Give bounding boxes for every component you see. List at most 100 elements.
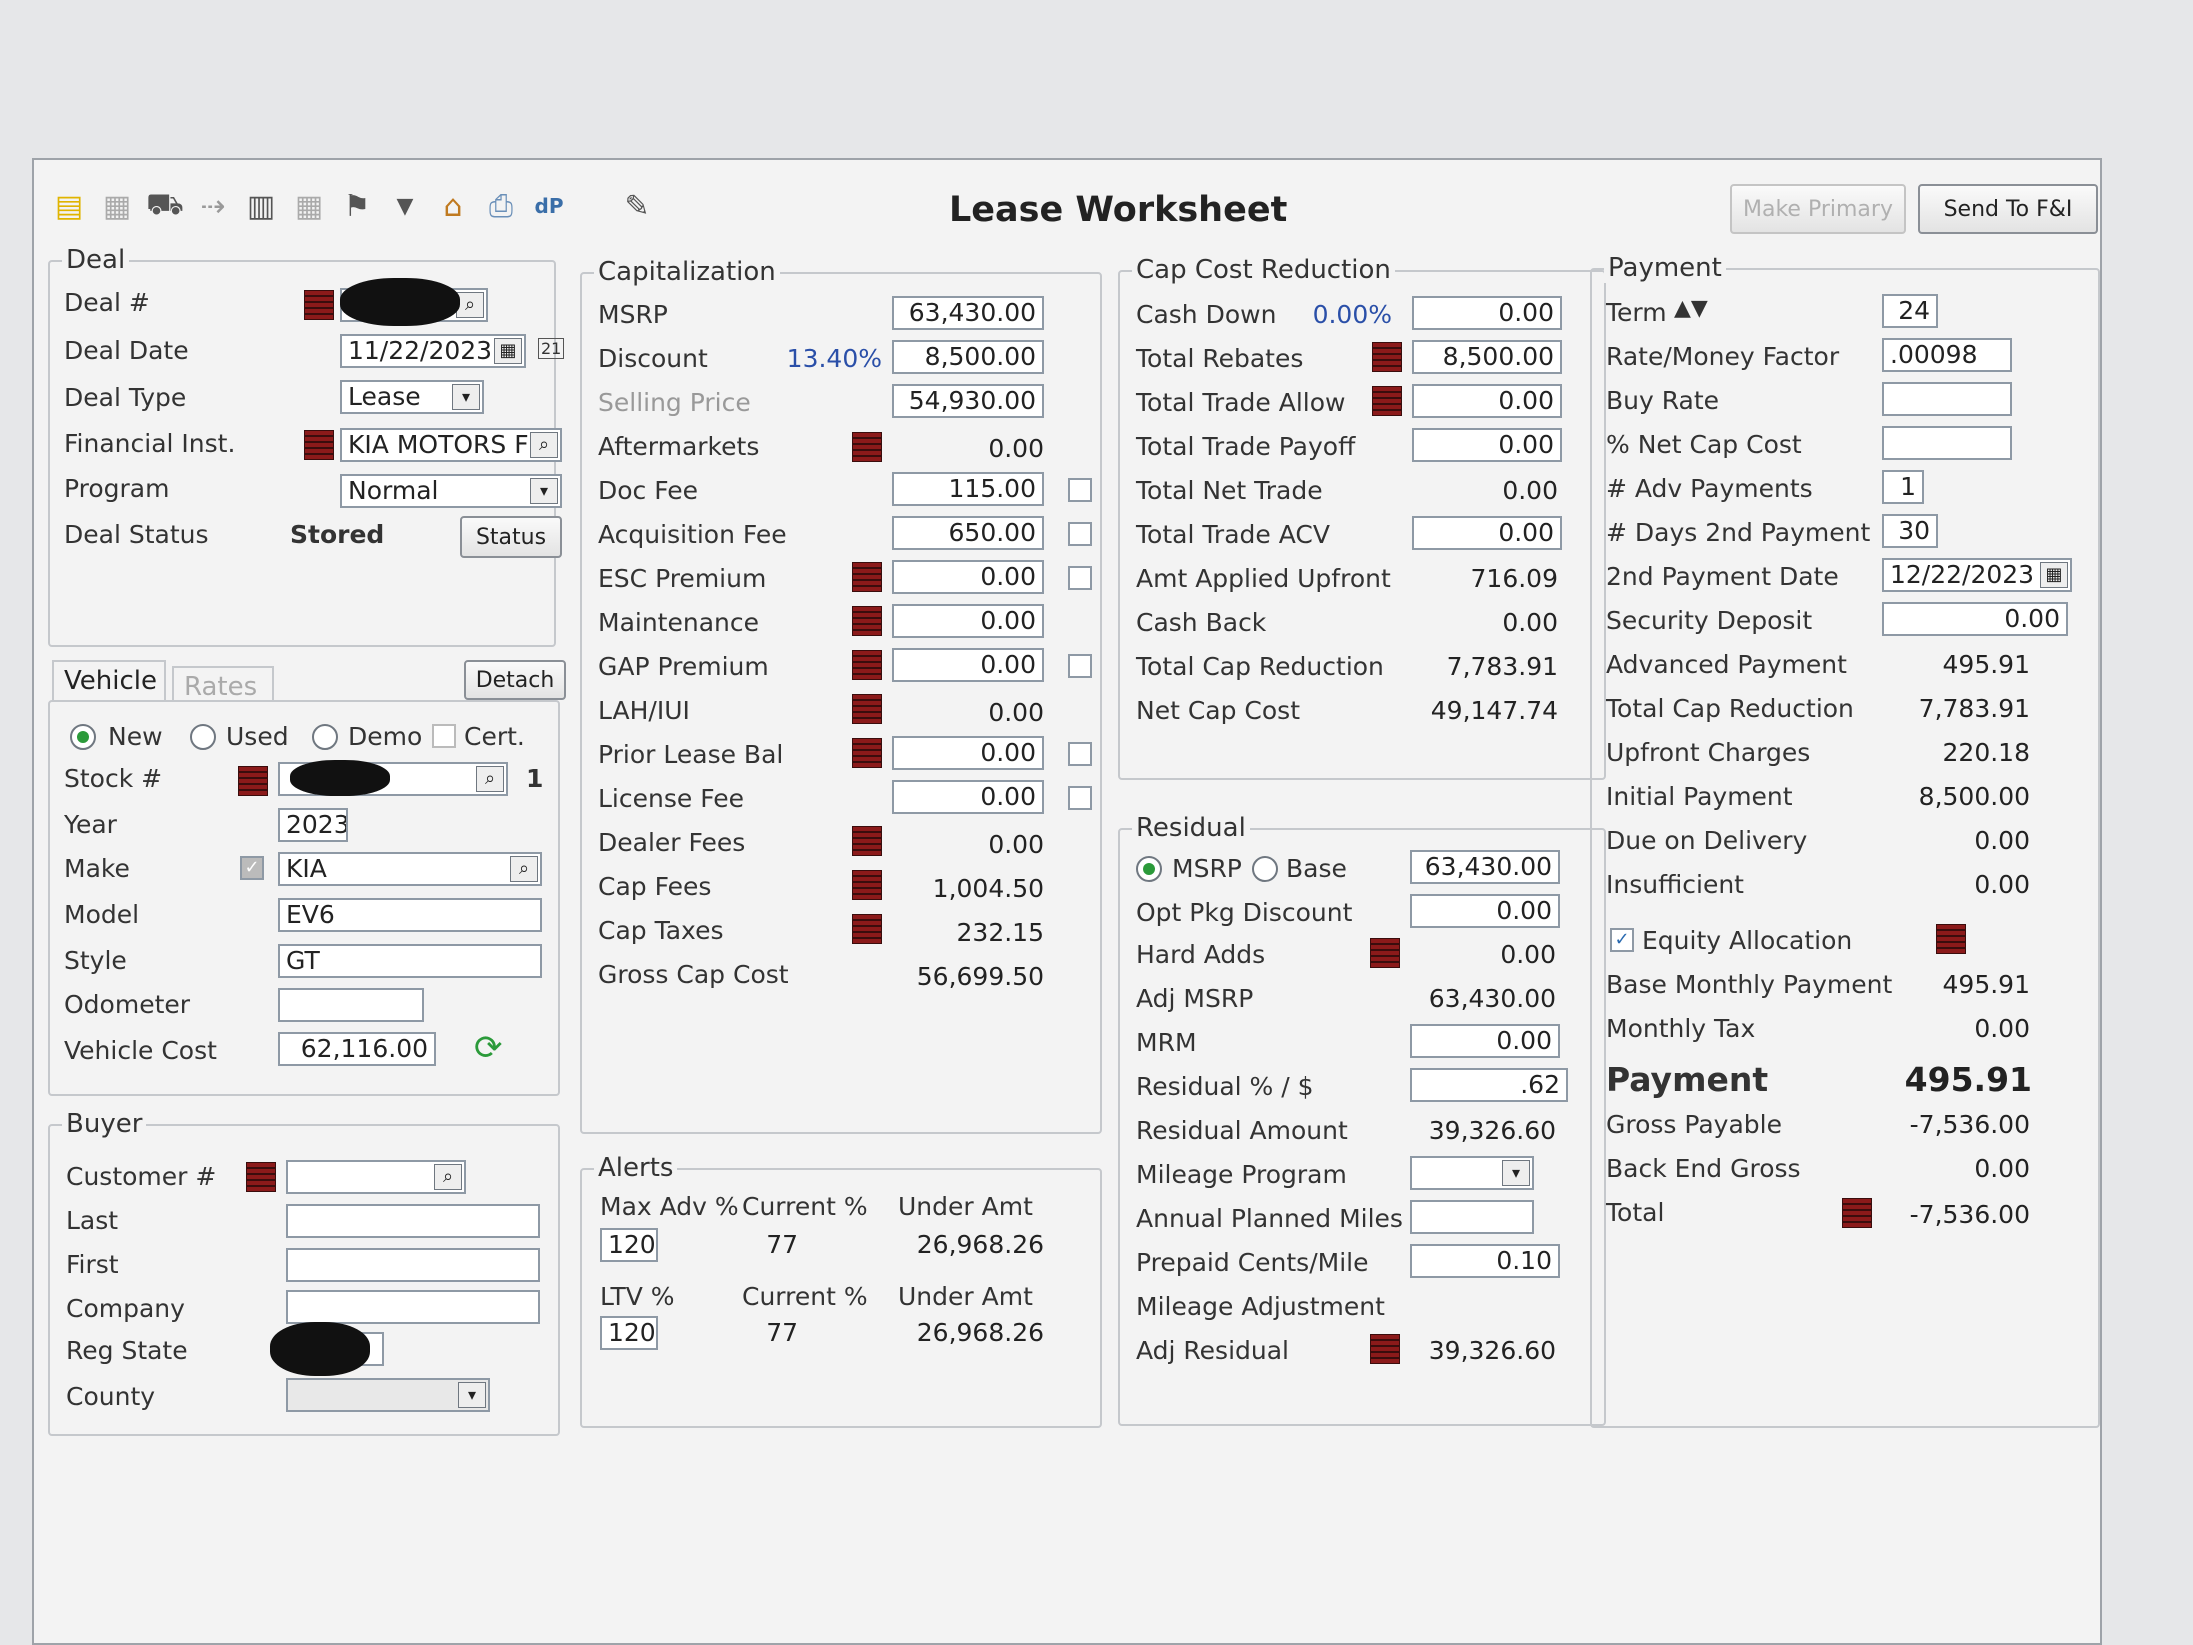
calendar-grid-icon[interactable]: ▦ <box>288 185 330 227</box>
equity-allocation-checkbox[interactable]: ✓ <box>1610 928 1634 952</box>
total-lookup-icon[interactable] <box>1842 1198 1872 1228</box>
esc-lookup-icon[interactable] <box>852 562 882 592</box>
detach-button[interactable]: Detach <box>464 660 566 700</box>
gap-checkbox[interactable] <box>1068 654 1092 678</box>
tab-vehicle[interactable]: Vehicle <box>52 660 166 702</box>
adv-payments-field[interactable]: 1 <box>1882 470 1924 504</box>
signpost-icon[interactable]: ⇢ <box>192 185 234 227</box>
vehicle-cost-field[interactable]: 62,116.00 <box>278 1032 436 1066</box>
financial-inst-field[interactable]: KIA MOTORS F ⌕ <box>340 428 562 462</box>
maintenance-lookup-icon[interactable] <box>852 606 882 636</box>
year-field[interactable]: 2023 <box>278 808 348 842</box>
esc-checkbox[interactable] <box>1068 566 1092 590</box>
cap-fees-lookup-icon[interactable] <box>852 870 882 900</box>
car-icon[interactable]: ⛟ <box>144 185 186 227</box>
gap-premium-field[interactable]: 0.00 <box>892 648 1044 682</box>
selling-price-field[interactable]: 54,930.00 <box>892 384 1044 418</box>
folder-icon[interactable]: ▤ <box>48 185 90 227</box>
search-icon[interactable]: ⌕ <box>530 432 558 458</box>
chevron-down-icon[interactable]: ▾ <box>452 384 480 410</box>
chevron-down-icon[interactable]: ▾ <box>530 478 558 504</box>
search-icon[interactable]: ⌕ <box>476 766 504 792</box>
deal-type-select[interactable]: Lease ▾ <box>340 380 484 414</box>
calendar-21-icon[interactable]: 21 <box>538 338 565 359</box>
cert-checkbox[interactable] <box>432 724 456 748</box>
new-radio[interactable] <box>70 724 96 750</box>
annual-planned-miles-field[interactable] <box>1410 1200 1534 1234</box>
prior-lease-lookup-icon[interactable] <box>852 738 882 768</box>
equity-allocation-lookup-icon[interactable] <box>1936 924 1966 954</box>
doc-fee-checkbox[interactable] <box>1068 478 1092 502</box>
flag-icon[interactable]: ⚑ <box>336 185 378 227</box>
net-cap-percent-field[interactable] <box>1882 426 2012 460</box>
msrp-radio[interactable] <box>1136 856 1162 882</box>
make-checkbox[interactable]: ✓ <box>240 856 264 880</box>
program-select[interactable]: Normal ▾ <box>340 474 562 508</box>
deal-number-lookup-icon[interactable] <box>304 290 334 320</box>
term-field[interactable]: 24 <box>1882 294 1938 328</box>
deal-date-field[interactable]: 11/22/2023 ▦ <box>340 334 526 368</box>
dp-icon[interactable]: dP <box>528 185 570 227</box>
prepaid-cents-field[interactable]: 0.10 <box>1410 1244 1560 1278</box>
search-icon[interactable]: ⌕ <box>434 1164 462 1190</box>
max-adv-field[interactable]: 120 <box>600 1228 658 1262</box>
dropdown-arrow-icon[interactable]: ▼ <box>384 185 426 227</box>
rate-money-factor-field[interactable]: .00098 <box>1882 338 2012 372</box>
rebates-lookup-icon[interactable] <box>1372 342 1402 372</box>
calendar-icon[interactable]: ▦ <box>2040 562 2068 588</box>
lah-lookup-icon[interactable] <box>852 694 882 724</box>
doc-fee-field[interactable]: 115.00 <box>892 472 1044 506</box>
calendar-icon[interactable]: ▦ <box>494 338 522 364</box>
msrp-field[interactable]: 63,430.00 <box>892 296 1044 330</box>
search-icon[interactable]: ⌕ <box>510 856 538 882</box>
customer-field[interactable]: ⌕ <box>286 1160 466 1194</box>
prior-lease-bal-field[interactable]: 0.00 <box>892 736 1044 770</box>
mileage-program-select[interactable]: ▾ <box>1410 1156 1534 1190</box>
gap-lookup-icon[interactable] <box>852 650 882 680</box>
mrm-field[interactable]: 0.00 <box>1410 1024 1560 1058</box>
last-field[interactable] <box>286 1204 540 1238</box>
stock-lookup-icon[interactable] <box>238 766 268 796</box>
second-payment-date-field[interactable]: 12/22/2023 ▦ <box>1882 558 2072 592</box>
base-radio[interactable] <box>1252 856 1278 882</box>
tab-rates[interactable]: Rates <box>172 666 274 702</box>
notes-icon[interactable]: ▦ <box>96 185 138 227</box>
refresh-icon[interactable]: ⟳ <box>474 1028 503 1068</box>
chevron-down-icon[interactable]: ▾ <box>1502 1160 1530 1186</box>
first-field[interactable] <box>286 1248 540 1282</box>
acquisition-fee-field[interactable]: 650.00 <box>892 516 1044 550</box>
discount-field[interactable]: 8,500.00 <box>892 340 1044 374</box>
ltv-field[interactable]: 120 <box>600 1316 658 1350</box>
total-trade-acv-field[interactable]: 0.00 <box>1412 516 1562 550</box>
model-field[interactable]: EV6 <box>278 898 542 932</box>
chevron-down-icon[interactable]: ▾ <box>458 1382 486 1408</box>
clipboard-icon[interactable]: ▥ <box>240 185 282 227</box>
days-2nd-payment-field[interactable]: 30 <box>1882 514 1938 548</box>
maintenance-field[interactable]: 0.00 <box>892 604 1044 638</box>
aftermarkets-lookup-icon[interactable] <box>852 432 882 462</box>
dollar-house-icon[interactable]: ⌂ <box>432 185 474 227</box>
prior-lease-checkbox[interactable] <box>1068 742 1092 766</box>
adj-residual-lookup-icon[interactable] <box>1370 1334 1400 1364</box>
opt-pkg-discount-field[interactable]: 0.00 <box>1410 894 1560 928</box>
company-field[interactable] <box>286 1290 540 1324</box>
residual-base-field[interactable]: 63,430.00 <box>1410 850 1560 884</box>
trade-allow-lookup-icon[interactable] <box>1372 386 1402 416</box>
buy-rate-field[interactable] <box>1882 382 2012 416</box>
style-field[interactable]: GT <box>278 944 542 978</box>
residual-percent-field[interactable]: .62 <box>1410 1068 1568 1102</box>
printer-icon[interactable]: ⎙ <box>480 185 522 227</box>
total-rebates-field[interactable]: 8,500.00 <box>1412 340 1562 374</box>
total-trade-allow-field[interactable]: 0.00 <box>1412 384 1562 418</box>
esc-premium-field[interactable]: 0.00 <box>892 560 1044 594</box>
send-to-fi-button[interactable]: Send To F&I <box>1918 184 2098 234</box>
dealer-fees-lookup-icon[interactable] <box>852 826 882 856</box>
hard-adds-lookup-icon[interactable] <box>1370 938 1400 968</box>
cap-taxes-lookup-icon[interactable] <box>852 914 882 944</box>
make-field[interactable]: KIA ⌕ <box>278 852 542 886</box>
license-fee-checkbox[interactable] <box>1068 786 1092 810</box>
edit-icon[interactable]: ✎ <box>616 185 658 227</box>
total-trade-payoff-field[interactable]: 0.00 <box>1412 428 1562 462</box>
status-button[interactable]: Status <box>460 516 562 558</box>
make-primary-button[interactable]: Make Primary <box>1730 184 1906 234</box>
